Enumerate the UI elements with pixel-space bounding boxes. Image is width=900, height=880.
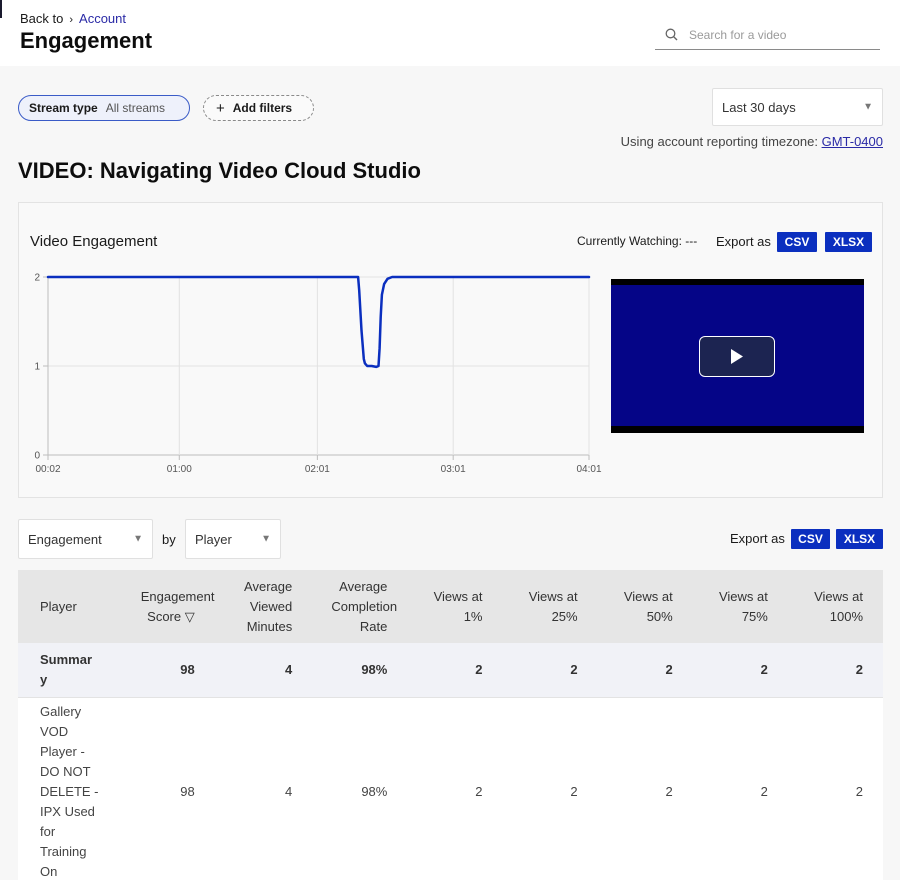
video-search[interactable]: [655, 20, 880, 50]
summary-label: Summary: [18, 643, 122, 698]
engagement-line-chart: 0 1 2 00:02 01:00 02:01 03:01 04:01: [34, 273, 602, 476]
table-export-csv-button[interactable]: CSV: [791, 529, 830, 549]
avg-viewed-minutes-cell: 4: [214, 697, 313, 880]
chart-export-csv-button[interactable]: CSV: [777, 232, 817, 252]
column-header-avg-completion-rate[interactable]: Average Completion Rate: [312, 570, 408, 643]
breadcrumb-chevron-icon: ›: [69, 14, 74, 26]
video-player[interactable]: [611, 279, 864, 433]
table-export-label: Export as: [730, 531, 785, 546]
y-tick-label: 2: [34, 273, 40, 284]
page-title: Engagement: [20, 28, 153, 53]
chart-export-label: Export as: [716, 234, 771, 249]
summary-row: Summary 98 4 98% 2 2 2 2 2: [18, 643, 883, 698]
x-tick-label: 01:00: [167, 464, 192, 475]
table-row: Gallery VOD Player - DO NOT DELETE - IPX…: [18, 697, 883, 880]
group-by-select[interactable]: Player ▼: [185, 519, 281, 559]
timezone-note: Using account reporting timezone: GMT-04…: [621, 134, 883, 149]
engagement-table: Player Engagement Score ▽ Average Viewed…: [18, 570, 883, 880]
views-50-cell: 2: [597, 697, 693, 880]
views-25-cell: 2: [502, 697, 598, 880]
group-by-value: Player: [195, 531, 232, 547]
views-1-cell: 2: [407, 697, 503, 880]
date-range-select[interactable]: Last 30 days ▼: [712, 88, 883, 126]
summary-views-100: 2: [787, 643, 883, 698]
window-edge: [0, 0, 2, 18]
column-header-avg-viewed-minutes[interactable]: Average Viewed Minutes: [214, 570, 313, 643]
column-header-views-100[interactable]: Views at 100%: [787, 570, 883, 643]
summary-views-25: 2: [502, 643, 598, 698]
summary-views-1: 2: [407, 643, 503, 698]
column-header-views-75[interactable]: Views at 75%: [692, 570, 788, 643]
stream-type-value: All streams: [105, 101, 166, 115]
table-export-xlsx-button[interactable]: XLSX: [836, 529, 883, 549]
y-tick-label: 0: [34, 451, 40, 462]
summary-avg-completion-rate: 98%: [312, 643, 408, 698]
summary-avg-viewed-minutes: 4: [214, 643, 313, 698]
metric-select-value: Engagement: [28, 531, 102, 547]
chevron-down-icon: ▼: [863, 101, 873, 113]
timezone-prefix: Using account reporting timezone:: [620, 134, 818, 149]
search-icon: [665, 28, 689, 41]
player-name-cell[interactable]: Gallery VOD Player - DO NOT DELETE - IPX…: [18, 697, 122, 880]
by-label: by: [162, 532, 176, 547]
play-icon: [731, 349, 743, 364]
stream-type-filter[interactable]: Stream type All streams: [18, 95, 190, 121]
summary-engagement-score: 98: [122, 643, 215, 698]
x-tick-label: 03:01: [441, 464, 466, 475]
timezone-link[interactable]: GMT-0400: [822, 134, 883, 149]
column-header-views-25[interactable]: Views at 25%: [502, 570, 598, 643]
x-tick-label: 04:01: [576, 464, 601, 475]
top-header: Back to › Account Engagement: [0, 0, 900, 66]
column-header-views-1[interactable]: Views at 1%: [407, 570, 503, 643]
table-header-row: Player Engagement Score ▽ Average Viewed…: [18, 570, 883, 643]
y-tick-label: 1: [34, 362, 40, 373]
add-filters-button[interactable]: + Add filters: [203, 95, 314, 121]
play-button[interactable]: [699, 336, 775, 377]
summary-views-75: 2: [692, 643, 788, 698]
series-line-viewers: [46, 275, 591, 369]
chart-export-xlsx-button[interactable]: XLSX: [825, 232, 872, 252]
date-range-value: Last 30 days: [722, 99, 796, 115]
column-header-engagement-score[interactable]: Engagement Score ▽: [122, 570, 215, 643]
breadcrumb: Back to › Account: [20, 11, 126, 26]
x-tick-label: 00:02: [35, 464, 60, 475]
views-75-cell: 2: [692, 697, 788, 880]
views-100-cell: 2: [787, 697, 883, 880]
plus-icon: +: [216, 99, 225, 117]
column-header-views-50[interactable]: Views at 50%: [597, 570, 693, 643]
add-filters-label: Add filters: [232, 101, 293, 115]
engagement-score-cell: 98: [122, 697, 215, 880]
summary-views-50: 2: [597, 643, 693, 698]
search-input[interactable]: [689, 27, 869, 42]
chevron-down-icon: ▼: [261, 533, 271, 545]
chevron-down-icon: ▼: [133, 533, 143, 545]
avg-completion-rate-cell: 98%: [312, 697, 408, 880]
video-engagement-card: Video Engagement Currently Watching: ---…: [18, 202, 883, 498]
breadcrumb-prefix: Back to: [20, 11, 64, 26]
breadcrumb-account-link[interactable]: Account: [79, 11, 126, 26]
column-header-player[interactable]: Player: [18, 570, 122, 643]
x-tick-label: 02:01: [305, 464, 330, 475]
metric-select[interactable]: Engagement ▼: [18, 519, 153, 559]
stream-type-label: Stream type: [29, 101, 98, 115]
video-title: VIDEO: Navigating Video Cloud Studio: [18, 158, 421, 183]
